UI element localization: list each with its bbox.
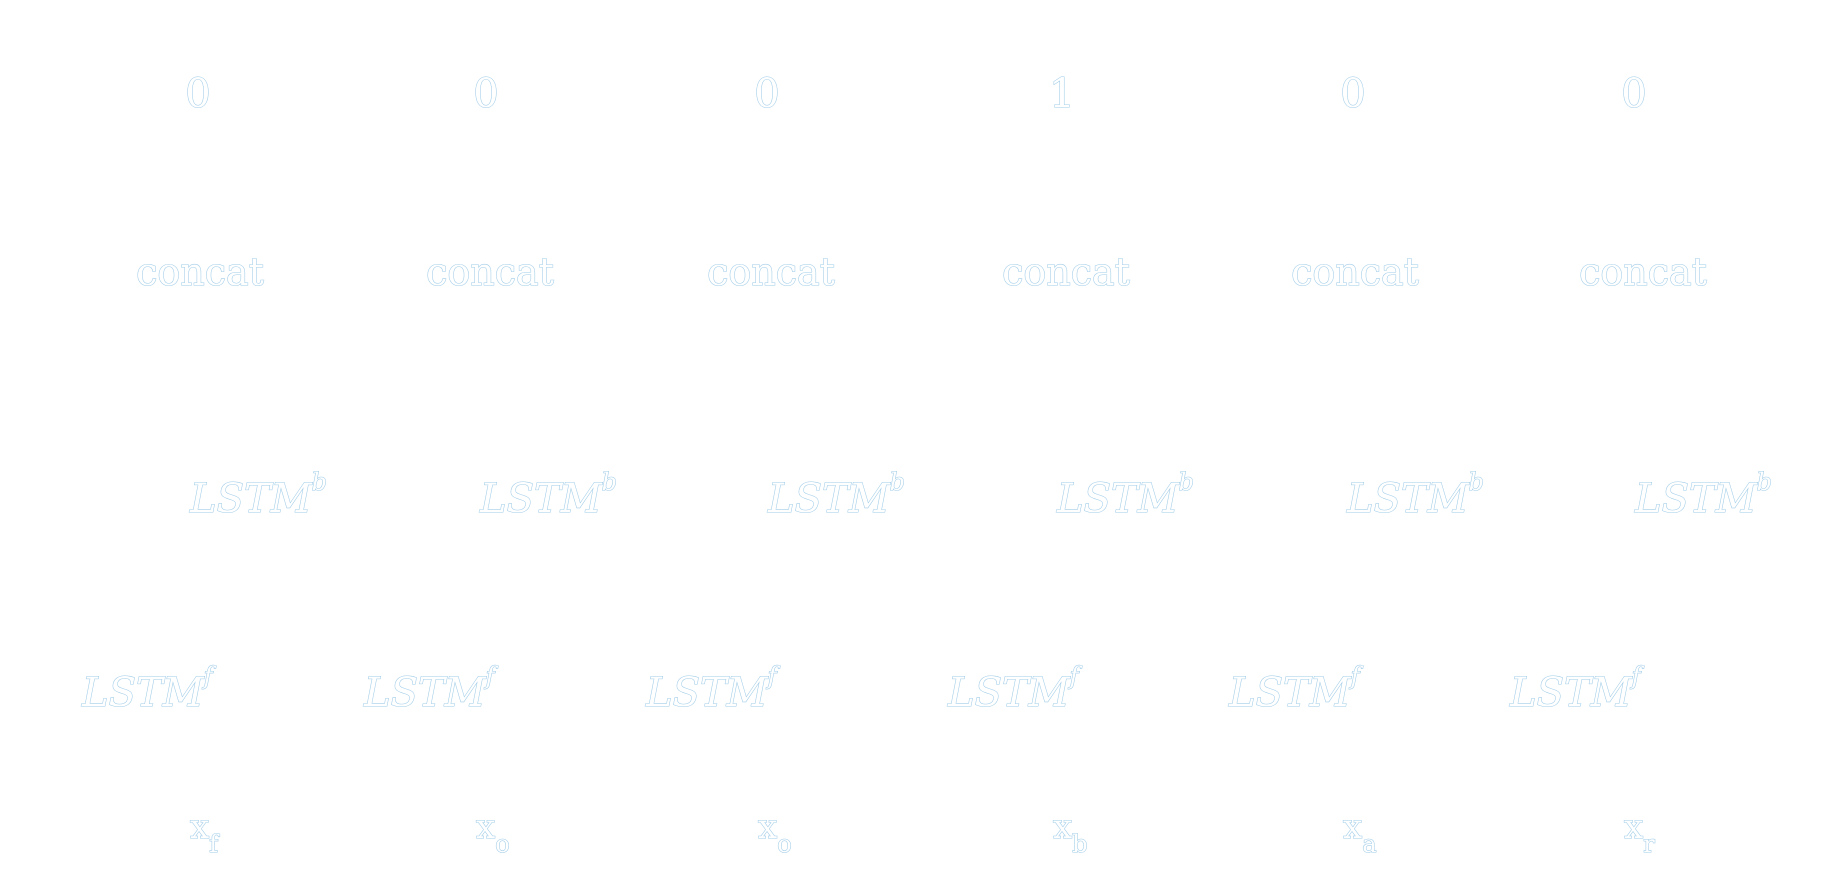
output-label-4: 1: [1049, 71, 1074, 117]
concat-node-3: concat: [707, 250, 835, 294]
input-token-5: xa: [1343, 807, 1377, 858]
concat-row: concat concat concat concat concat conca…: [136, 249, 1708, 294]
input-token-6: xr: [1624, 807, 1655, 858]
concat-node-2: concat: [426, 250, 554, 294]
output-label-1: 0: [185, 71, 210, 117]
lstm-forward-node-1: LSTMf: [81, 662, 217, 716]
input-token-2: xo: [476, 807, 510, 858]
lstm-backward-row: LSTMb LSTMb LSTMb LSTMb LSTMb LSTMb: [188, 467, 1772, 522]
concat-node-6: concat: [1579, 250, 1707, 294]
concat-node-5: concat: [1291, 250, 1419, 294]
output-label-6: 0: [1621, 71, 1646, 117]
lstm-backward-node-3: LSTMb: [767, 468, 905, 522]
output-row: 0 0 0 1 0 0: [185, 70, 1648, 117]
output-label-2: 0: [473, 71, 498, 117]
lstm-backward-node-1: LSTMb: [189, 468, 327, 522]
input-row: xf xo xo xb xa xr: [189, 806, 1655, 858]
input-token-4: xb: [1053, 807, 1088, 858]
lstm-backward-node-6: LSTMb: [1634, 468, 1772, 522]
lstm-forward-node-2: LSTMf: [363, 662, 499, 716]
lstm-forward-node-4: LSTMf: [947, 662, 1083, 716]
input-token-3: xo: [758, 807, 792, 858]
output-label-3: 0: [754, 71, 779, 117]
lstm-forward-node-6: LSTMf: [1509, 662, 1645, 716]
lstm-backward-node-4: LSTMb: [1056, 468, 1194, 522]
output-label-5: 0: [1340, 71, 1365, 117]
input-token-1: xf: [190, 807, 220, 858]
lstm-forward-node-3: LSTMf: [645, 662, 781, 716]
concat-node-4: concat: [1002, 250, 1130, 294]
concat-node-1: concat: [136, 250, 264, 294]
bilstm-diagram: 0 0 0 1 0 0 concat concat concat concat …: [80, 70, 1772, 858]
lstm-forward-row: LSTMf LSTMf LSTMf LSTMf LSTMf LSTMf: [80, 661, 1645, 716]
lstm-backward-node-5: LSTMb: [1346, 468, 1484, 522]
lstm-forward-node-5: LSTMf: [1228, 662, 1364, 716]
lstm-backward-node-2: LSTMb: [479, 468, 617, 522]
